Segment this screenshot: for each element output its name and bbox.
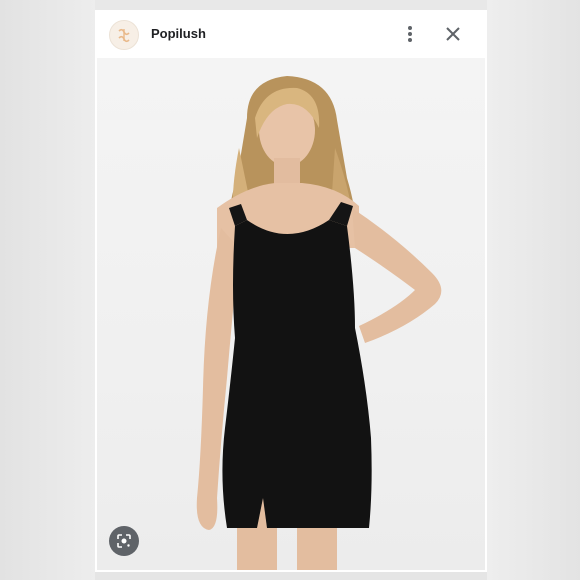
blurred-background-left [0,0,95,580]
viewer-header: Popilush [95,10,487,58]
top-strip [95,0,487,10]
image-viewer-card: Popilush [95,10,487,572]
blurred-background-right [487,0,580,580]
google-lens-icon[interactable] [109,526,139,556]
product-photo [97,58,485,570]
bottom-strip [95,572,487,580]
popilush-logo-icon[interactable] [109,20,139,50]
site-name[interactable]: Popilush [151,26,206,41]
model-illustration [196,76,442,570]
close-icon[interactable] [441,22,465,46]
more-vertical-icon[interactable] [399,22,421,46]
